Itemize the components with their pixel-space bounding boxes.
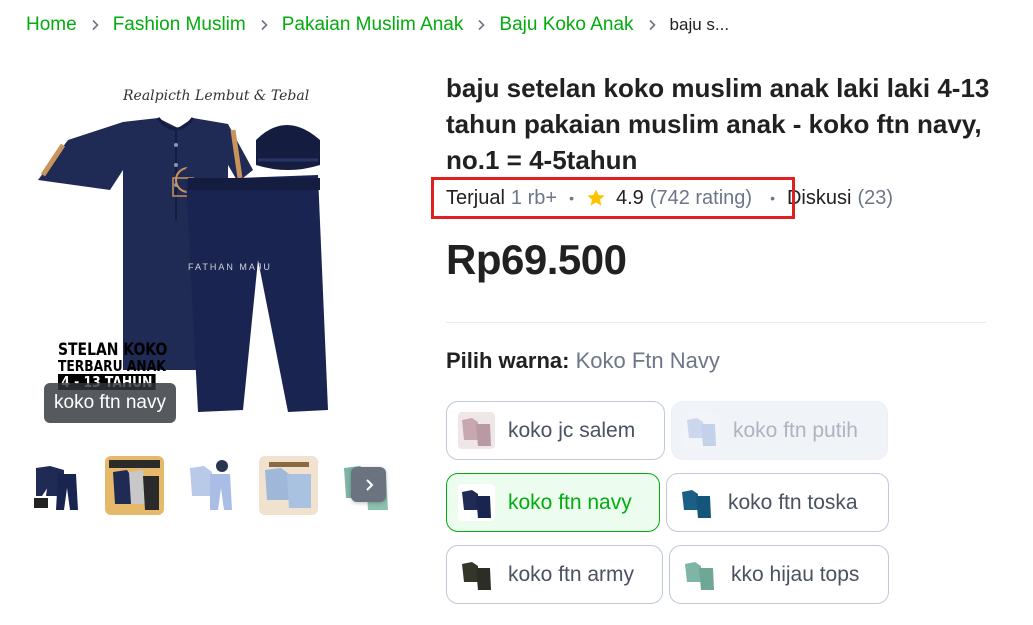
- variant-koko-ftn-navy[interactable]: koko ftn navy: [446, 473, 660, 532]
- koko-navy-thumbnail[interactable]: [28, 456, 87, 515]
- image-caption: Realpicth Lembut & Tebal: [123, 88, 310, 104]
- variant-tag: koko ftn navy: [44, 383, 176, 423]
- divider: [446, 322, 986, 323]
- separator-dot: •: [770, 190, 775, 206]
- thumbnail-strip: [28, 456, 395, 515]
- product-stats: Terjual 1 rb+ • 4.9 (742 rating) • Disku…: [446, 183, 893, 213]
- koko-salem-icon: [458, 412, 495, 449]
- breadcrumb: Home Fashion Muslim Pakaian Muslim Anak …: [26, 13, 729, 37]
- variant-koko-jc-salem[interactable]: koko jc salem: [446, 401, 665, 460]
- sold-value: 1 rb+: [510, 186, 558, 209]
- discussion-label[interactable]: Diskusi: [787, 187, 851, 210]
- breadcrumb-baju-koko-anak[interactable]: Baju Koko Anak: [499, 14, 633, 36]
- chevron-right-icon: [365, 478, 373, 491]
- koko-salem-thumbnail[interactable]: [259, 456, 318, 515]
- thumbnail-next-button[interactable]: [351, 467, 386, 502]
- color-label: Pilih warna:: [446, 348, 570, 373]
- chevron-right-icon: [646, 19, 658, 31]
- rating-value: 4.9: [615, 186, 644, 209]
- discussion-count[interactable]: (23): [857, 187, 893, 210]
- rating-count[interactable]: (742 rating): [650, 187, 752, 210]
- promo-line-2: TERBARU ANAK: [58, 357, 166, 375]
- promo-line-1: STELAN KOKO: [58, 340, 168, 360]
- variant-koko-ftn-putih[interactable]: koko ftn putih: [671, 401, 888, 460]
- koko-toska-icon: [678, 484, 715, 521]
- koko-hijau-icon: [681, 556, 718, 593]
- breadcrumb-pakaian-muslim-anak[interactable]: Pakaian Muslim Anak: [282, 14, 464, 36]
- variant-label: koko ftn toska: [728, 490, 858, 514]
- chevron-right-icon: [89, 19, 101, 31]
- variant-kko-hijau-tops[interactable]: kko hijau tops: [669, 545, 889, 604]
- koko-putih-thumbnail[interactable]: [182, 456, 241, 515]
- koko-putih-icon: [683, 412, 720, 449]
- variant-label: koko ftn army: [508, 562, 635, 586]
- breadcrumb-current: baju s...: [669, 15, 730, 34]
- koko-set-thumbnail[interactable]: [105, 456, 164, 515]
- star-icon: [586, 188, 606, 208]
- sold-label: Terjual: [446, 186, 505, 209]
- variant-label: kko hijau tops: [731, 562, 860, 586]
- variant-label: koko ftn putih: [733, 418, 858, 442]
- brand-mark: FATHAN MAJU: [188, 262, 272, 272]
- breadcrumb-fashion-muslim[interactable]: Fashion Muslim: [113, 14, 246, 36]
- product-title: baju setelan koko muslim anak laki laki …: [446, 73, 990, 175]
- chevron-right-icon: [258, 19, 270, 31]
- chevron-right-icon: [475, 19, 487, 31]
- separator-dot: •: [569, 190, 574, 206]
- variant-koko-ftn-toska[interactable]: koko ftn toska: [666, 473, 889, 532]
- koko-navy-icon: [458, 484, 495, 521]
- variant-label: koko jc salem: [508, 418, 636, 442]
- product-price: Rp69.500: [446, 236, 627, 283]
- breadcrumb-home[interactable]: Home: [26, 14, 77, 36]
- main-product-image[interactable]: Realpicth Lembut & Tebal FATHAN MAJU STE…: [28, 70, 393, 435]
- variant-label: koko ftn navy: [508, 490, 632, 514]
- koko-army-icon: [458, 556, 495, 593]
- color-selection-label: Pilih warna: Koko Ftn Navy: [446, 348, 720, 374]
- variant-koko-ftn-army[interactable]: koko ftn army: [446, 545, 663, 604]
- selected-color: Koko Ftn Navy: [575, 348, 720, 373]
